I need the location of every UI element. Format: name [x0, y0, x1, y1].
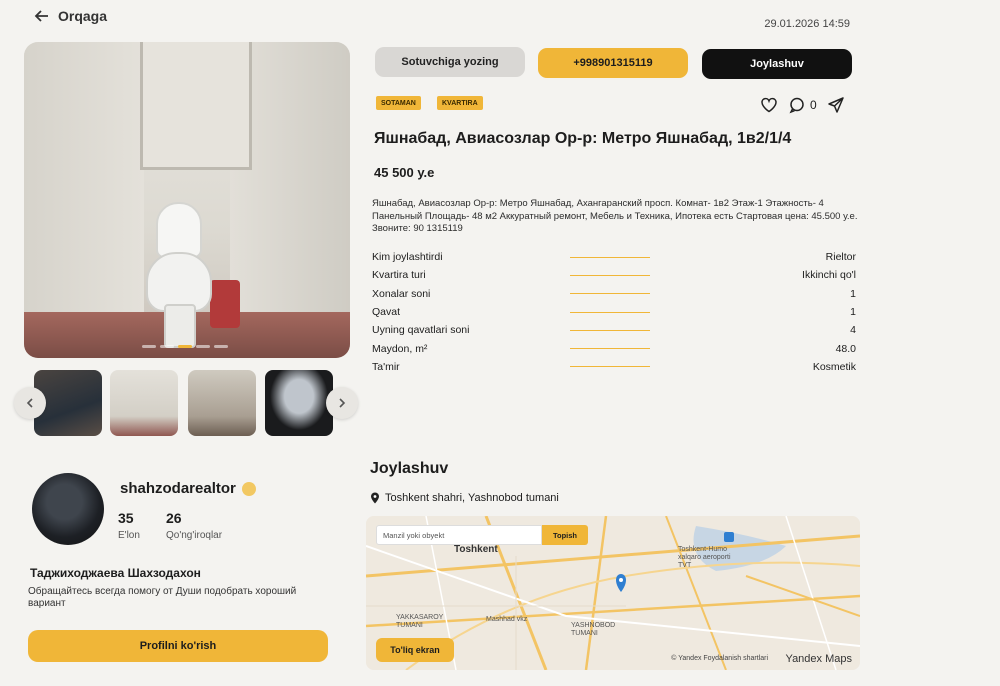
spec-label: Kvartira turi	[372, 269, 426, 282]
back-button[interactable]: Orqaga	[34, 8, 107, 24]
spec-label: Uyning qavatlari soni	[372, 324, 470, 337]
spec-label: Kim joylashtirdi	[372, 251, 443, 264]
listings-label: E'lon	[118, 530, 140, 541]
arrow-left-icon	[34, 10, 48, 22]
crown-icon	[241, 481, 256, 496]
avatar[interactable]	[32, 473, 104, 545]
spec-value: Ikkinchi qo'l	[802, 269, 856, 282]
listing-datetime: 29.01.2026 14:59	[764, 18, 850, 30]
comment-icon[interactable]	[788, 96, 806, 114]
map-district-label: YASHNOBOD TUMANI	[571, 622, 616, 637]
spec-value: 4	[850, 324, 856, 337]
spec-value: 1	[850, 287, 856, 300]
map-widget[interactable]: Manzil yoki obyekt Topish Toshkent Toshk…	[366, 516, 860, 670]
map-search-button[interactable]: Topish	[542, 525, 588, 545]
map-city-label: Toshkent	[454, 544, 498, 555]
view-profile-button[interactable]: Profilni ko'rish	[28, 630, 328, 662]
photo-pagination	[142, 345, 228, 348]
spec-row: Xonalar soni 1	[372, 285, 856, 303]
map-copyright[interactable]: © Yandex Foydalanish shartlari	[671, 655, 768, 662]
heart-icon[interactable]	[760, 96, 778, 114]
listing-price: 45 500 у.е	[374, 165, 435, 180]
prev-photo-button[interactable]	[14, 387, 46, 419]
spec-row: Uyning qavatlari soni 4	[372, 321, 856, 339]
location-address: Toshkent shahri, Yashnobod tumani	[370, 492, 559, 504]
calls-label: Qo'ng'iroqlar	[166, 530, 223, 541]
map-pin-icon	[371, 492, 379, 504]
map-brand: Yandex Maps	[785, 653, 852, 665]
spec-value: 1	[850, 306, 856, 319]
chevron-left-icon	[26, 398, 33, 408]
chevron-right-icon	[339, 398, 346, 408]
tag-sale: SOTAMAN	[376, 96, 421, 110]
comment-count: 0	[810, 98, 817, 112]
spec-label: Xonalar soni	[372, 287, 431, 300]
map-fullscreen-button[interactable]: To'liq ekran	[376, 638, 454, 662]
spec-label: Maydon, m²	[372, 342, 428, 355]
spec-row: Kvartira turi Ikkinchi qo'l	[372, 266, 856, 284]
address-text: Toshkent shahri, Yashnobod tumani	[385, 492, 559, 504]
listing-description: Яшнабад, Авиасозлар Ор-р: Метро Яшнабад,…	[372, 198, 858, 234]
spec-value: Kosmetik	[812, 360, 856, 373]
phone-button[interactable]: +998901315119	[538, 48, 688, 78]
seller-bio: Обращайтесь всегда помогу от Души подобр…	[28, 586, 297, 609]
seller-full-name: Таджиходжаева Шахзодахон	[30, 566, 201, 580]
location-button[interactable]: Joylashuv	[702, 49, 852, 79]
spec-value: 48.0	[835, 342, 856, 355]
spec-row: Ta'mir Kosmetik	[372, 358, 856, 376]
location-section-title: Joylashuv	[370, 460, 449, 477]
seller-username: shahzodarealtor	[120, 480, 256, 497]
spec-label: Qavat	[372, 306, 401, 319]
map-district-label: YAKKASAROY TUMANI	[396, 614, 444, 629]
spec-row: Kim joylashtirdi Rieltor	[372, 248, 856, 266]
map-place-label: Mashhad vkz	[486, 616, 528, 623]
back-label: Orqaga	[58, 8, 108, 24]
thumbnail[interactable]	[265, 370, 333, 436]
spec-row: Maydon, m² 48.0	[372, 339, 856, 357]
contact-seller-button[interactable]: Sotuvchiga yozing	[375, 47, 525, 77]
thumbnail-strip	[14, 370, 358, 436]
listing-actions: 0	[760, 96, 845, 114]
calls-count: 26	[166, 510, 182, 526]
thumbnail[interactable]	[188, 370, 256, 436]
share-icon[interactable]	[827, 96, 845, 114]
listings-count: 35	[118, 510, 134, 526]
listing-title: Яшнабад, Авиасозлар Ор-р: Метро Яшнабад,…	[374, 130, 792, 147]
tag-apartment: KVARTIRA	[437, 96, 483, 110]
thumbnail[interactable]	[110, 370, 178, 436]
spec-row: Qavat 1	[372, 303, 856, 321]
main-photo[interactable]	[24, 42, 350, 358]
specs-list: Kim joylashtirdi Rieltor Kvartira turi Ikk…	[372, 248, 856, 376]
map-airport-label: Toshkent-Humo xalqaro aeroporti TVT	[678, 546, 731, 569]
spec-label: Ta'mir	[372, 360, 400, 373]
username-text: shahzodarealtor	[120, 480, 236, 497]
next-photo-button[interactable]	[326, 387, 358, 419]
spec-value: Rieltor	[825, 251, 856, 264]
map-search-input[interactable]: Manzil yoki obyekt	[376, 525, 542, 545]
